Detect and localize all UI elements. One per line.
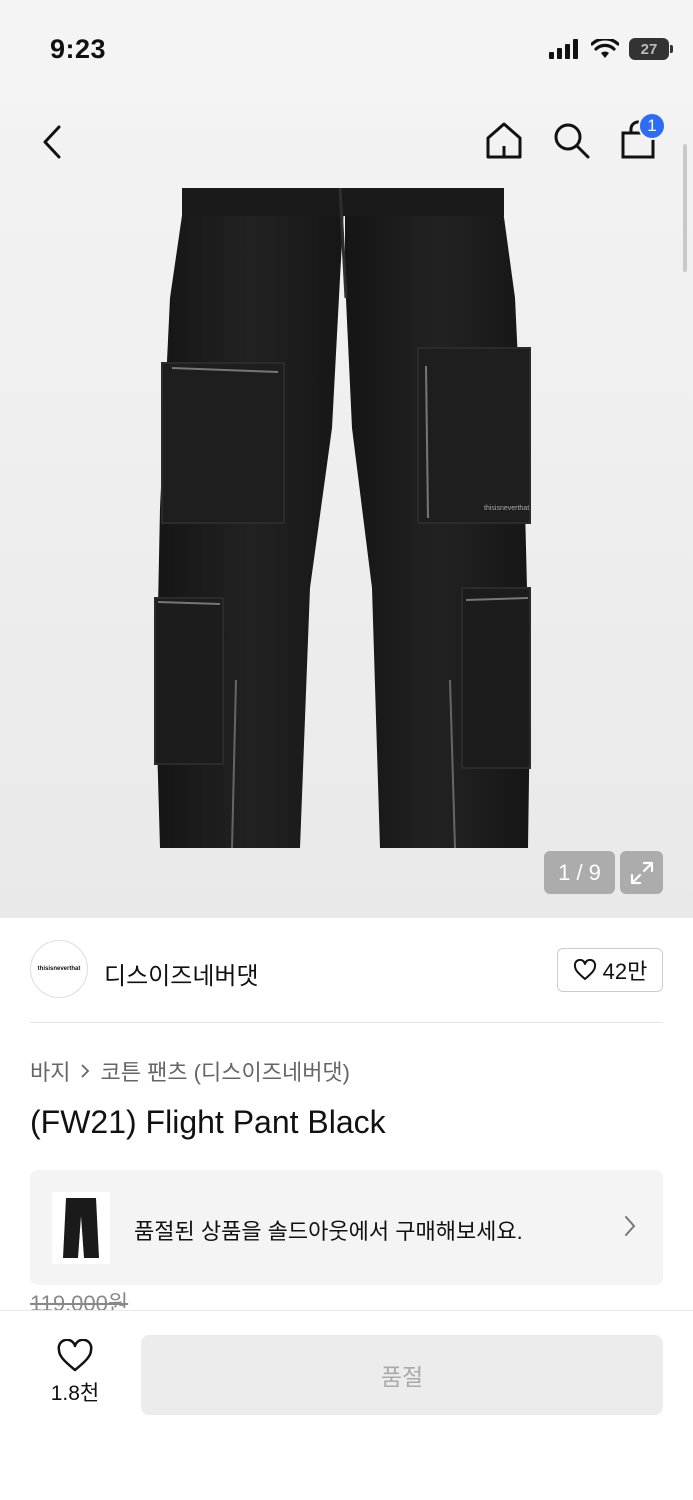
breadcrumb: 바지 코튼 팬츠 (디스이즈네버댓) bbox=[30, 1055, 350, 1087]
brand-like-button[interactable]: 42만 bbox=[557, 948, 663, 992]
back-button[interactable] bbox=[30, 120, 74, 164]
wifi-icon bbox=[591, 39, 619, 58]
soldout-thumbnail bbox=[52, 1192, 110, 1264]
breadcrumb-category[interactable]: 바지 bbox=[30, 1055, 70, 1087]
status-bar: 9:23 27 bbox=[0, 0, 693, 100]
brand-logo-text: thisisneverthat bbox=[37, 966, 81, 972]
search-button[interactable] bbox=[549, 118, 593, 162]
expand-icon bbox=[630, 861, 653, 884]
heart-icon bbox=[57, 1339, 93, 1372]
brand-name[interactable]: 디스이즈네버댓 bbox=[104, 956, 259, 991]
home-button[interactable] bbox=[482, 118, 526, 162]
cart-count-badge: 1 bbox=[638, 112, 666, 140]
pants-thumbnail-icon bbox=[63, 1198, 99, 1258]
expand-button[interactable] bbox=[620, 851, 663, 894]
soldout-button[interactable]: 품절 bbox=[141, 1335, 663, 1415]
cart-button[interactable]: 1 bbox=[616, 112, 666, 162]
search-icon bbox=[554, 123, 590, 159]
brand-like-count: 42만 bbox=[602, 959, 648, 984]
breadcrumb-subcategory[interactable]: 코튼 팬츠 (디스이즈네버댓) bbox=[100, 1055, 350, 1087]
status-icons: 27 bbox=[549, 38, 673, 60]
wishlist-button[interactable]: 1.8천 bbox=[40, 1339, 110, 1407]
brand-logo[interactable]: thisisneverthat bbox=[30, 940, 88, 998]
signal-icon bbox=[549, 39, 578, 59]
divider bbox=[30, 1022, 663, 1023]
heart-icon bbox=[573, 959, 596, 980]
product-title: (FW21) Flight Pant Black bbox=[30, 1104, 386, 1140]
status-time: 9:23 bbox=[50, 34, 107, 64]
soldout-banner[interactable]: 품절된 상품을 솔드아웃에서 구매해보세요. bbox=[30, 1170, 663, 1285]
back-icon bbox=[43, 125, 61, 159]
bottom-action-bar: 1.8천 품절 bbox=[0, 1310, 693, 1500]
soldout-banner-text: 품절된 상품을 솔드아웃에서 구매해보세요. bbox=[134, 1219, 523, 1244]
brand-row[interactable]: thisisneverthat 디스이즈네버댓 42만 bbox=[30, 940, 663, 1002]
chevron-right-icon bbox=[81, 1064, 90, 1078]
product-gallery[interactable]: 1 thisisneverthat 1 / 9 bbox=[0, 100, 693, 918]
scroll-indicator[interactable] bbox=[683, 144, 687, 272]
product-image: thisisneverthat bbox=[154, 188, 531, 849]
home-icon bbox=[486, 122, 522, 159]
svg-text:thisisneverthat: thisisneverthat bbox=[484, 505, 529, 512]
chevron-right-icon bbox=[625, 1216, 636, 1236]
battery-icon: 27 bbox=[629, 38, 673, 60]
image-counter: 1 / 9 bbox=[544, 851, 615, 894]
wishlist-count: 1.8천 bbox=[50, 1382, 100, 1405]
